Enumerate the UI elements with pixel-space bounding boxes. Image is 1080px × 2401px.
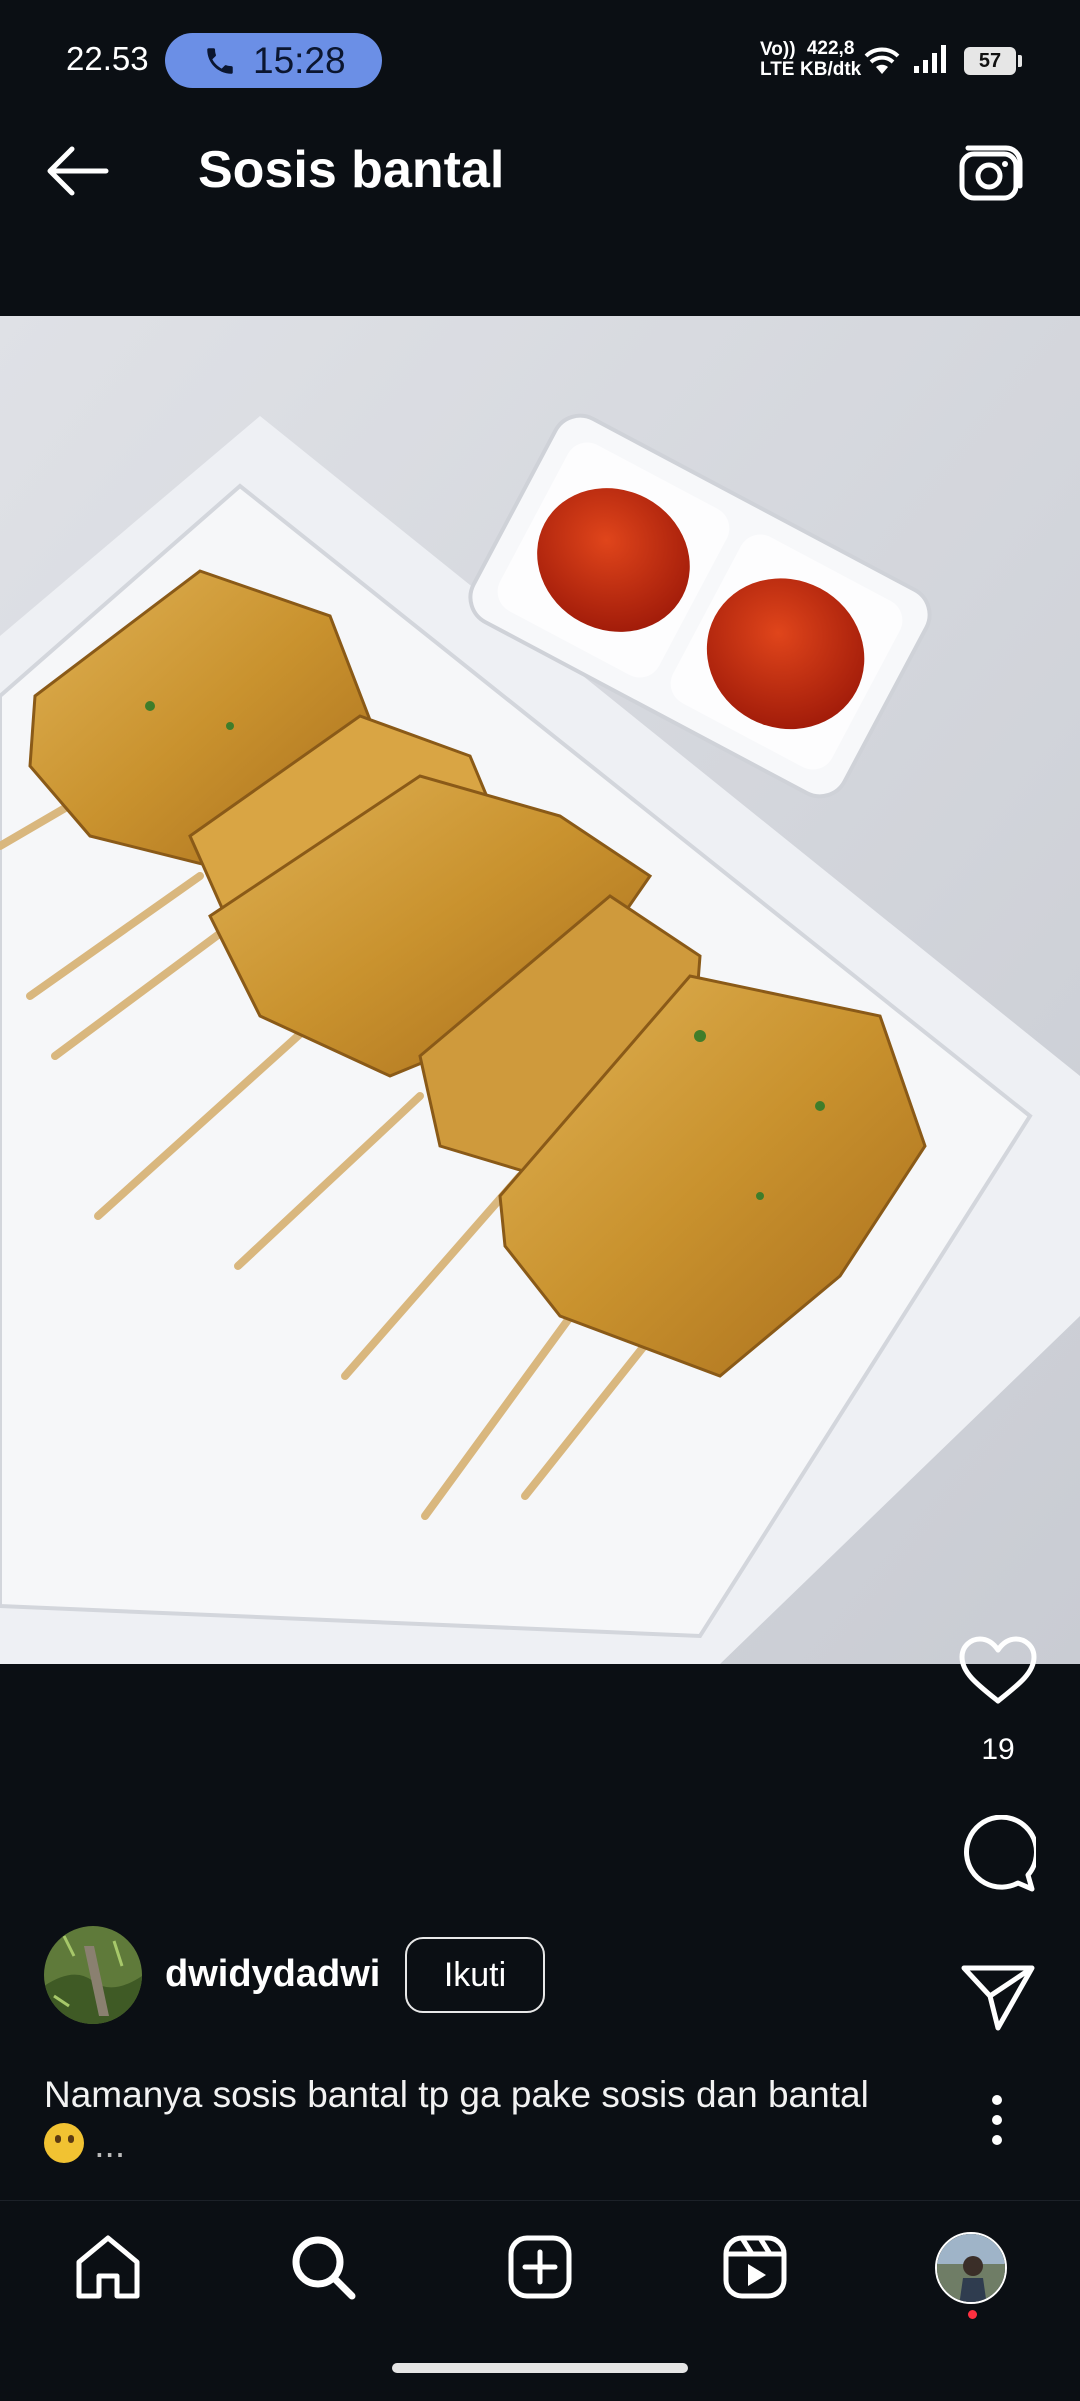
thinking-emoji-icon	[44, 2123, 84, 2163]
author-username[interactable]: dwidydadwi	[165, 1953, 380, 1996]
more-icon[interactable]	[982, 2092, 1012, 2148]
post-caption[interactable]: Namanya sosis bantal tp ga pake sosis da…	[44, 2070, 944, 2170]
send-icon[interactable]	[960, 1962, 1036, 2032]
data-speed-unit: KB/dtk	[800, 59, 862, 80]
profile-avatar[interactable]	[935, 2232, 1007, 2304]
signal-icon	[914, 45, 946, 73]
caption-more[interactable]: ...	[94, 2124, 125, 2165]
data-speed-value: 422,8	[806, 38, 855, 59]
phone-icon	[207, 47, 233, 74]
battery-icon: 57	[964, 47, 1022, 75]
status-time: 22.53	[66, 40, 149, 77]
food-photo	[0, 316, 1080, 1664]
notification-dot	[968, 2310, 977, 2319]
network-indicator: Vo)) LTE	[760, 39, 796, 80]
camera-icon[interactable]	[956, 140, 1026, 206]
ongoing-call-pill[interactable]: 15:28	[165, 33, 382, 88]
comment-icon[interactable]	[958, 1815, 1036, 1893]
search-icon[interactable]	[288, 2232, 358, 2302]
home-indicator[interactable]	[392, 2363, 688, 2373]
add-icon[interactable]	[505, 2232, 575, 2302]
avatar-image	[44, 1926, 142, 2024]
wifi-icon	[864, 47, 900, 74]
post-image[interactable]	[0, 316, 1080, 1664]
home-icon[interactable]	[73, 2232, 143, 2302]
caption-text: Namanya sosis bantal tp ga pake sosis da…	[44, 2074, 869, 2115]
heart-icon[interactable]	[958, 1635, 1038, 1707]
author-avatar[interactable]	[44, 1926, 142, 2024]
call-duration: 15:28	[253, 39, 346, 81]
arrow-left-icon[interactable]	[44, 145, 110, 197]
page-title: Sosis bantal	[198, 141, 505, 199]
like-count[interactable]: 19	[960, 1733, 1036, 1767]
reels-icon[interactable]	[720, 2232, 790, 2302]
follow-button[interactable]: Ikuti	[405, 1937, 545, 2013]
data-speed: 422,8 KB/dtk	[800, 38, 861, 80]
